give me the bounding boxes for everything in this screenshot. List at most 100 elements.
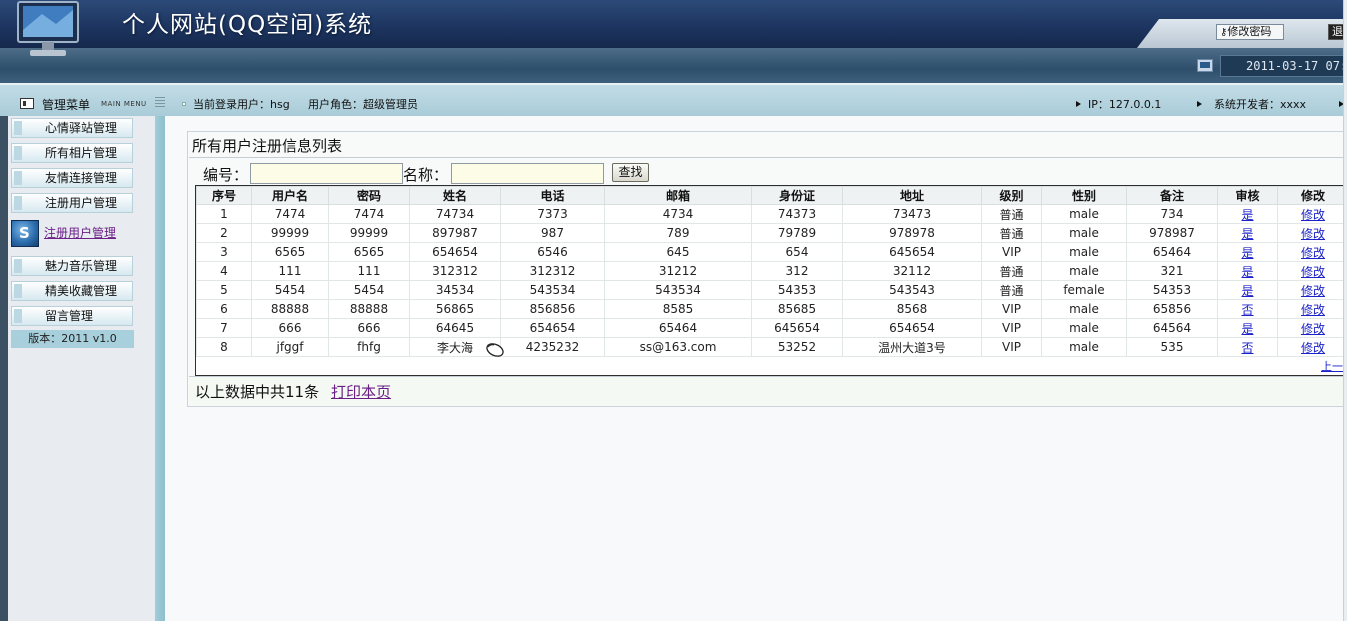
- edit-link-cell[interactable]: 修改: [1277, 204, 1346, 224]
- scrollbar-edge[interactable]: [1343, 0, 1347, 621]
- search-button[interactable]: 查找: [612, 163, 649, 182]
- username-cell: jfggf: [251, 337, 329, 357]
- audit-link-cell[interactable]: 是: [1217, 223, 1278, 243]
- sidebar-item-users-active[interactable]: 注册用户管理: [11, 218, 135, 248]
- sidebar-item-favorites[interactable]: 精美收藏管理: [11, 281, 133, 301]
- edit-link-cell[interactable]: 修改: [1277, 261, 1346, 281]
- audit-link-cell[interactable]: 否: [1217, 299, 1278, 319]
- row-number-cell: 5: [196, 280, 252, 300]
- address-cell: 543543: [842, 280, 982, 300]
- edit-link-cell[interactable]: 修改: [1277, 242, 1346, 262]
- column-header: 密码: [328, 186, 410, 205]
- level-cell: 普通: [981, 204, 1042, 224]
- remark-cell: 535: [1126, 337, 1218, 357]
- phone-cell: 654654: [500, 318, 605, 338]
- info-bar: 管理菜单 MAIN MENU 当前登录用户：hsg 用户角色：超级管理员 IP：…: [0, 83, 1347, 116]
- sidebar-item-messages[interactable]: 留言管理: [11, 306, 133, 326]
- monitor-logo-icon: [17, 1, 79, 56]
- id-label: 编号：: [203, 166, 249, 184]
- password-cell: 111: [328, 261, 410, 281]
- remark-cell: 65464: [1126, 242, 1218, 262]
- column-header: 序号: [196, 186, 252, 205]
- level-cell: 普通: [981, 223, 1042, 243]
- sidebar-item-music[interactable]: 魅力音乐管理: [11, 256, 133, 276]
- edit-link-cell[interactable]: 修改: [1277, 299, 1346, 319]
- remark-cell: 978987: [1126, 223, 1218, 243]
- gender-cell: male: [1041, 242, 1127, 262]
- collapse-grip-icon[interactable]: [155, 97, 165, 108]
- record-count: 以上数据中共11条: [195, 383, 320, 401]
- audit-link-cell[interactable]: 是: [1217, 261, 1278, 281]
- edit-link-cell[interactable]: 修改: [1277, 318, 1346, 338]
- phone-cell: 4235232: [500, 337, 605, 357]
- phone-cell: 7373: [500, 204, 605, 224]
- table-row: 7 666 666 64645 654654 65464 645654 654654 VIP ma…: [196, 318, 1346, 338]
- phone-cell: 987: [500, 223, 605, 243]
- screen-icon: [1197, 59, 1213, 72]
- column-header: 地址: [842, 186, 982, 205]
- id-card-cell: 85685: [751, 299, 843, 319]
- phone-cell: 543534: [500, 280, 605, 300]
- column-header: 审核: [1217, 186, 1278, 205]
- password-cell: 5454: [328, 280, 410, 300]
- version-label: 版本：2011 v1.0: [11, 330, 134, 348]
- remark-cell: 321: [1126, 261, 1218, 281]
- print-page-link[interactable]: 打印本页: [331, 381, 391, 402]
- email-cell: 789: [604, 223, 752, 243]
- audit-link-cell[interactable]: 是: [1217, 318, 1278, 338]
- gender-cell: male: [1041, 318, 1127, 338]
- address-cell: 645654: [842, 242, 982, 262]
- audit-link-cell[interactable]: 是: [1217, 242, 1278, 262]
- previous-page-link[interactable]: 上一: [1321, 358, 1343, 374]
- sidebar-item-links[interactable]: 友情连接管理: [11, 168, 133, 188]
- sidebar-item-mood[interactable]: 心情驿站管理: [11, 118, 133, 138]
- email-cell: 65464: [604, 318, 752, 338]
- audit-link-cell[interactable]: 否: [1217, 337, 1278, 357]
- id-search-input[interactable]: [250, 163, 403, 184]
- row-number-cell: 8: [196, 337, 252, 357]
- password-cell: 99999: [328, 223, 410, 243]
- table-row: 6 88888 88888 56865 856856 8585 85685 8568 VIP ma…: [196, 299, 1346, 319]
- real-name-cell: 64645: [409, 318, 501, 338]
- audit-link-cell[interactable]: 是: [1217, 204, 1278, 224]
- email-cell: 4734: [604, 204, 752, 224]
- address-cell: 73473: [842, 204, 982, 224]
- gender-cell: male: [1041, 261, 1127, 281]
- user-table: 序号 用户名 密码 姓名 电话 邮箱 身份证 地址 级别 性别 备注 审核 修改…: [195, 185, 1347, 376]
- divider: [189, 157, 1347, 158]
- real-name-cell: 897987: [409, 223, 501, 243]
- level-cell: VIP: [981, 299, 1042, 319]
- table-row: 3 6565 6565 654654 6546 645 654 645654 VIP male 65…: [196, 242, 1346, 262]
- name-label: 名称：: [403, 166, 449, 184]
- arrow-right-icon: [1197, 101, 1202, 107]
- edit-link-cell[interactable]: 修改: [1277, 337, 1346, 357]
- password-cell: 666: [328, 318, 410, 338]
- audit-link-cell[interactable]: 是: [1217, 280, 1278, 300]
- row-number-cell: 3: [196, 242, 252, 262]
- sidebar-item-photos[interactable]: 所有相片管理: [11, 143, 133, 163]
- username-cell: 99999: [251, 223, 329, 243]
- sidebar-active-label[interactable]: 注册用户管理: [44, 224, 116, 241]
- remark-cell: 64564: [1126, 318, 1218, 338]
- id-card-cell: 53252: [751, 337, 843, 357]
- table-row: 2 99999 99999 897987 987 789 79789 978978 普通 male…: [196, 223, 1346, 243]
- change-password-button[interactable]: ⚷修改密码: [1216, 24, 1284, 40]
- menu-title-en: MAIN MENU: [101, 100, 147, 108]
- name-search-input[interactable]: [451, 163, 604, 184]
- sidebar-splitter[interactable]: [155, 116, 165, 621]
- row-number-cell: 4: [196, 261, 252, 281]
- id-card-cell: 312: [751, 261, 843, 281]
- column-header: 修改: [1277, 186, 1346, 205]
- gender-cell: male: [1041, 223, 1127, 243]
- gender-cell: male: [1041, 204, 1127, 224]
- edit-link-cell[interactable]: 修改: [1277, 223, 1346, 243]
- edit-link-cell[interactable]: 修改: [1277, 280, 1346, 300]
- address-cell: 8568: [842, 299, 982, 319]
- table-header-row: 序号 用户名 密码 姓名 电话 邮箱 身份证 地址 级别 性别 备注 审核 修改: [196, 186, 1346, 205]
- email-cell: ss@163.com: [604, 337, 752, 357]
- column-header: 电话: [500, 186, 605, 205]
- row-number-cell: 7: [196, 318, 252, 338]
- username-cell: 5454: [251, 280, 329, 300]
- row-number-cell: 2: [196, 223, 252, 243]
- sidebar-item-users[interactable]: 注册用户管理: [11, 193, 133, 213]
